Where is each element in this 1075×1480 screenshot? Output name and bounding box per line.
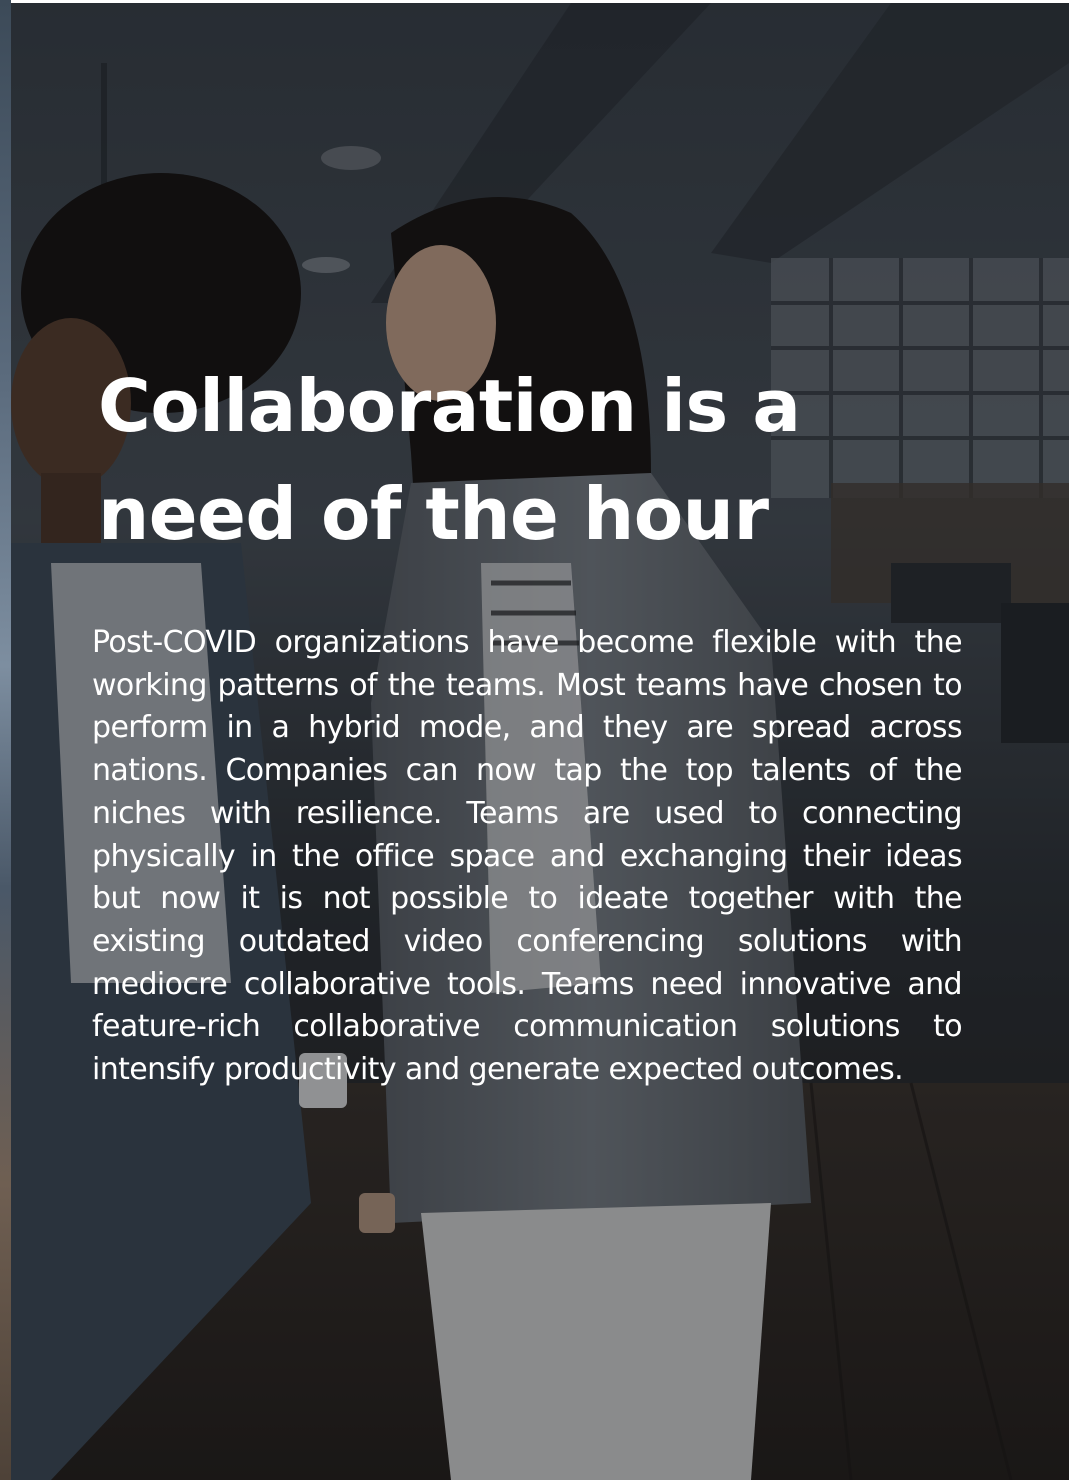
page-right-margin: [1069, 0, 1075, 1480]
body-paragraph: Post-COVID organizations have become fle…: [92, 625, 963, 1088]
page: Collaboration is a need of the hour Post…: [0, 0, 1075, 1480]
adjacent-page-edge: [0, 0, 11, 1480]
page-title: Collaboration is a need of the hour: [98, 364, 801, 556]
